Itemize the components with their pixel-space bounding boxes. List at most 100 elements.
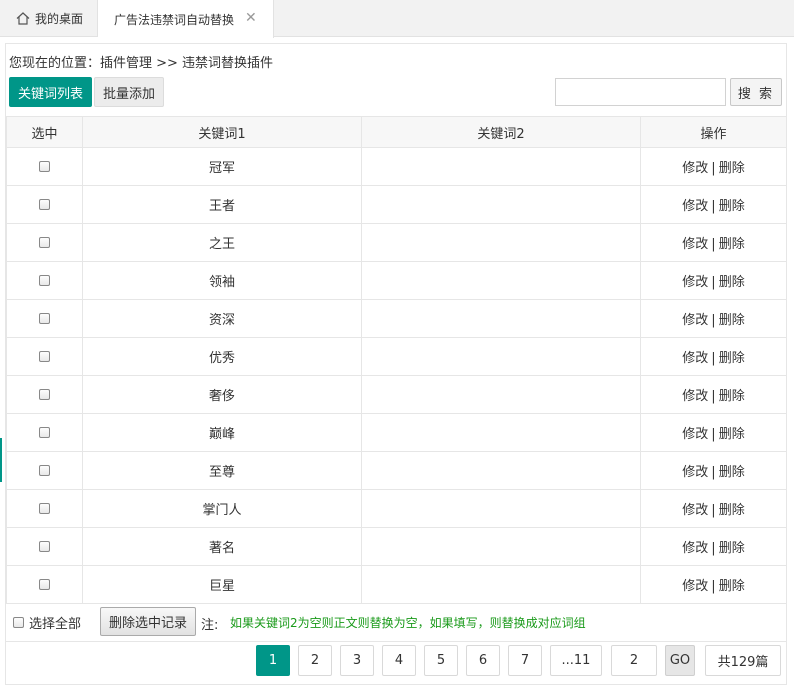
actions-cell: 修改 | 删除 [640,261,787,300]
page-button[interactable]: 6 [466,645,500,676]
keyword1-cell: 掌门人 [82,489,362,528]
page-button[interactable]: 4 [382,645,416,676]
row-select-cell [6,565,83,604]
table-row: 领袖 修改 | 删除 [6,261,787,300]
row-checkbox[interactable] [39,389,50,400]
page-button[interactable]: 2 [298,645,332,676]
edit-link[interactable]: 修改 [682,389,708,404]
keyword2-cell [361,337,641,376]
delete-link[interactable]: 删除 [719,541,745,556]
edit-link[interactable]: 修改 [682,275,708,290]
row-select-cell [6,261,83,300]
delete-link[interactable]: 删除 [719,199,745,214]
row-checkbox[interactable] [39,313,50,324]
keyword2-cell [361,185,641,224]
page-button[interactable]: 7 [508,645,542,676]
home-icon [16,12,30,25]
actions-cell: 修改 | 删除 [640,489,787,528]
select-all-label: 选择全部 [29,617,82,632]
edit-link[interactable]: 修改 [682,199,708,214]
page-button[interactable]: 5 [424,645,458,676]
keyword2-cell [361,451,641,490]
row-checkbox[interactable] [39,275,50,286]
row-checkbox[interactable] [39,503,50,514]
row-checkbox[interactable] [39,541,50,552]
close-icon[interactable]: ✕ [245,11,257,25]
delete-link[interactable]: 删除 [719,313,745,328]
row-select-cell [6,451,83,490]
tab-ad-law-replace[interactable]: 广告法违禁词自动替换 ✕ [98,0,274,38]
edit-link[interactable]: 修改 [682,161,708,176]
go-button[interactable]: GO [665,645,695,676]
delete-link[interactable]: 删除 [719,161,745,176]
keyword2-cell [361,489,641,528]
action-separator: | [711,161,716,176]
keyword2-cell [361,147,641,186]
batch-add-button[interactable]: 批量添加 [94,77,164,107]
delete-link[interactable]: 删除 [719,275,745,290]
goto-page-input[interactable]: 2 [611,645,657,676]
edit-link[interactable]: 修改 [682,313,708,328]
row-select-cell [6,375,83,414]
edit-link[interactable]: 修改 [682,237,708,252]
table-row: 至尊 修改 | 删除 [6,451,787,490]
keyword1-cell: 巨星 [82,565,362,604]
keyword2-cell [361,565,641,604]
edit-link[interactable]: 修改 [682,503,708,518]
keyword2-cell [361,299,641,338]
delete-link[interactable]: 删除 [719,389,745,404]
row-select-cell [6,299,83,338]
tab-bar: 我的桌面 广告法违禁词自动替换 ✕ [0,0,794,38]
page-button[interactable]: ...11 [550,645,602,676]
actions-cell: 修改 | 删除 [640,223,787,262]
keyword-list-button[interactable]: 关键词列表 [9,77,92,107]
action-separator: | [711,503,716,518]
search-button[interactable]: 搜 索 [730,78,782,106]
row-select-cell [6,413,83,452]
page-button[interactable]: 1 [256,645,290,676]
edit-link[interactable]: 修改 [682,541,708,556]
row-select-cell [6,527,83,566]
actions-cell: 修改 | 删除 [640,185,787,224]
keyword1-cell: 著名 [82,527,362,566]
delete-link[interactable]: 删除 [719,503,745,518]
keyword2-cell [361,413,641,452]
delete-link[interactable]: 删除 [719,237,745,252]
keyword1-cell: 王者 [82,185,362,224]
actions-cell: 修改 | 删除 [640,527,787,566]
edit-link[interactable]: 修改 [682,427,708,442]
table-row: 掌门人 修改 | 删除 [6,489,787,528]
delete-link[interactable]: 删除 [719,465,745,480]
table-row: 冠军 修改 | 删除 [6,147,787,186]
keyword1-cell: 奢侈 [82,375,362,414]
edit-link[interactable]: 修改 [682,465,708,480]
row-checkbox[interactable] [39,427,50,438]
keyword1-cell: 领袖 [82,261,362,300]
tab-desktop[interactable]: 我的桌面 [0,0,98,37]
header-keyword1: 关键词1 [82,116,362,148]
page-button[interactable]: 3 [340,645,374,676]
row-checkbox[interactable] [39,161,50,172]
search-input[interactable] [555,78,726,106]
table-row: 著名 修改 | 删除 [6,527,787,566]
row-select-cell [6,147,83,186]
keyword1-cell: 至尊 [82,451,362,490]
action-separator: | [711,579,716,594]
delete-link[interactable]: 删除 [719,579,745,594]
select-all-checkbox[interactable] [13,617,24,628]
row-checkbox[interactable] [39,351,50,362]
row-checkbox[interactable] [39,579,50,590]
select-all[interactable]: 选择全部 [13,613,81,632]
delete-link[interactable]: 删除 [719,351,745,366]
row-checkbox[interactable] [39,199,50,210]
delete-link[interactable]: 删除 [719,427,745,442]
delete-selected-button[interactable]: 删除选中记录 [100,607,196,636]
action-separator: | [711,237,716,252]
row-checkbox[interactable] [39,465,50,476]
keyword1-cell: 资深 [82,299,362,338]
row-checkbox[interactable] [39,237,50,248]
edit-link[interactable]: 修改 [682,351,708,366]
actions-cell: 修改 | 删除 [640,375,787,414]
table-row: 之王 修改 | 删除 [6,223,787,262]
edit-link[interactable]: 修改 [682,579,708,594]
